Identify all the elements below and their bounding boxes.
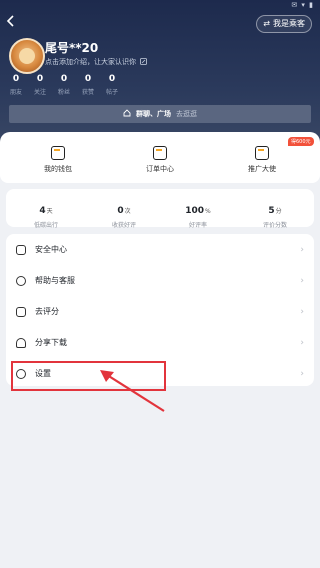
menu-item-security[interactable]: 安全中心 › <box>6 234 314 265</box>
stat-friends[interactable]: 0 朋友 <box>4 74 28 96</box>
thumb-up-icon <box>16 306 26 317</box>
social-stats: 0 朋友 0 关注 0 粉丝 0 获赞 0 帖子 <box>4 74 124 96</box>
stat-posts[interactable]: 0 帖子 <box>100 74 124 96</box>
back-arrow-icon[interactable] <box>6 14 20 32</box>
edit-icon <box>140 57 147 67</box>
chevron-right-icon: › <box>300 244 304 255</box>
order-center-label: 订单中心 <box>146 165 174 173</box>
order-icon <box>153 146 167 160</box>
wallet-button[interactable]: 我的钱包 <box>28 146 88 174</box>
stat-rating-score: 5分 评价分数 <box>262 206 287 229</box>
help-icon <box>16 275 26 286</box>
avatar[interactable] <box>9 38 45 74</box>
share-icon <box>16 337 26 348</box>
chevron-right-icon: › <box>300 306 304 317</box>
shield-icon <box>16 244 26 255</box>
group-plaza-title: 群聊、广场 <box>136 110 171 118</box>
annotation-arrow-icon <box>100 370 165 412</box>
plaza-icon <box>123 109 131 119</box>
menu-item-rate[interactable]: 去评分 › <box>6 296 314 327</box>
order-center-button[interactable]: 订单中心 <box>130 146 190 174</box>
status-bar: ✉ ▾ ▮ <box>291 1 314 9</box>
chevron-right-icon: › <box>300 368 304 379</box>
promoter-badge: 得600元 <box>288 137 314 146</box>
group-plaza-sub: 去逛逛 <box>176 110 197 118</box>
username: 尾号**20 <box>45 41 99 55</box>
chevron-right-icon: › <box>300 337 304 348</box>
intro-row[interactable]: 点击添加介绍，让大家认识你 <box>45 57 147 67</box>
wallet-icon <box>51 146 65 160</box>
promote-icon: 得600元 <box>255 137 314 160</box>
stat-low-carbon: 4天 低碳出行 <box>33 206 58 229</box>
group-plaza-button[interactable]: 群聊、广场 去逛逛 <box>9 105 311 123</box>
stat-good-reviews: 0次 收获好评 <box>111 206 136 229</box>
wallet-label: 我的钱包 <box>44 165 72 173</box>
stat-likes[interactable]: 0 获赞 <box>76 74 100 96</box>
intro-text: 点击添加介绍，让大家认识你 <box>45 58 136 66</box>
promoter-button[interactable]: 得600元 推广大使 <box>232 137 314 174</box>
menu-item-help[interactable]: 帮助与客服 › <box>6 265 314 296</box>
stat-following[interactable]: 0 关注 <box>28 74 52 96</box>
switch-role-button[interactable]: ⇄ 我是乘客 <box>256 15 312 33</box>
promoter-label: 推广大使 <box>248 165 276 173</box>
stat-good-rate: 100% 好评率 <box>185 206 211 229</box>
menu-item-share[interactable]: 分享下载 › <box>6 327 314 358</box>
stat-fans[interactable]: 0 粉丝 <box>52 74 76 96</box>
switch-role-label: 我是乘客 <box>273 19 305 28</box>
switch-arrows-icon: ⇄ <box>263 19 270 28</box>
chevron-right-icon: › <box>300 275 304 286</box>
